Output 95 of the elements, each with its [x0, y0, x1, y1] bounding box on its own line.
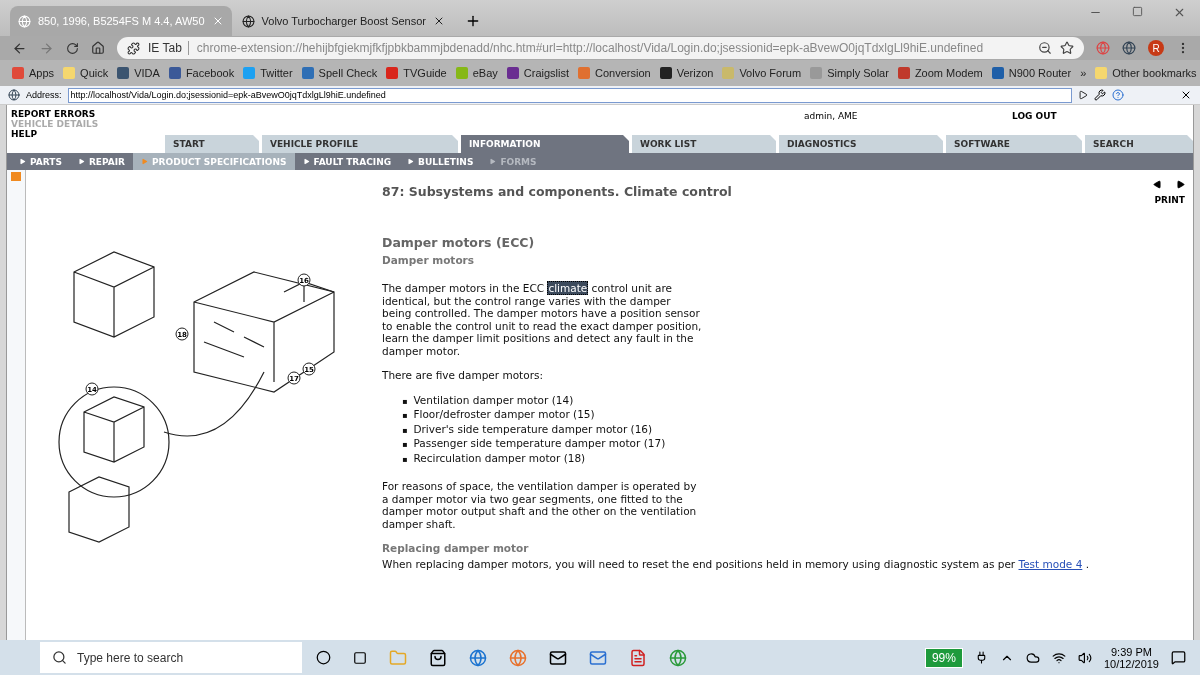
list-item: Floor/defroster damper motor (15)	[413, 408, 595, 421]
star-icon[interactable]	[1060, 41, 1074, 55]
address-bar[interactable]: IE Tab chrome-extension://hehijbfgiekmjfkfjpbkbammjbdenadd/nhc.htm#url=http://localhost/Vida/Login.do;jsessionid=epk-aBvewO0jqTdxlgLl9hiE.undefined	[117, 37, 1084, 59]
close-icon[interactable]	[433, 15, 445, 27]
paragraph: There are five damper motors:	[382, 369, 544, 382]
side-link[interactable]: HELP	[11, 129, 165, 139]
main-tab[interactable]: SEARCH	[1085, 135, 1193, 153]
reload-icon[interactable]	[66, 41, 79, 55]
go-icon[interactable]	[1078, 90, 1088, 100]
battery-level: 99%	[924, 647, 963, 668]
task-view-icon[interactable]	[353, 650, 367, 665]
sub-tab[interactable]: PARTS	[11, 153, 70, 170]
address-field[interactable]: http://localhost/Vida/Login.do;jsessionid=epk-aBvewO0jqTdxlgLl9hiE.undefined	[67, 87, 1072, 103]
bookmark[interactable]: Verizon	[659, 67, 714, 79]
main-tab[interactable]: INFORMATION	[461, 135, 629, 153]
maximize-icon[interactable]	[1132, 6, 1143, 17]
back-icon[interactable]	[12, 40, 27, 56]
bookmark[interactable]: Spell Check	[301, 67, 378, 79]
subheading: Damper motors	[382, 254, 476, 266]
bookmark[interactable]: Zoom Modem	[897, 67, 983, 79]
cortana-icon[interactable]	[316, 650, 331, 665]
bookmark[interactable]: Quick	[63, 67, 109, 79]
notifications-icon[interactable]	[1171, 650, 1186, 665]
address-label: Address:	[26, 90, 62, 100]
paragraph: For reasons of space, the ventilation damper is operated by a damper motor via two gear segments, one fitted to the damper motor output shaft and the other on the ventilation damper shaft.	[382, 480, 698, 530]
volume-icon[interactable]	[1077, 650, 1092, 665]
previous-icon[interactable]	[1153, 180, 1162, 189]
home-icon[interactable]	[91, 41, 105, 55]
list-item: Passenger side temperature damper motor (17)	[413, 437, 666, 450]
triangle-icon	[489, 158, 497, 165]
bookmark[interactable]: Simply Solar	[810, 67, 889, 79]
help-icon[interactable]	[1112, 89, 1124, 101]
test-mode-link[interactable]: Test mode 4	[1018, 558, 1083, 570]
bullet: ▪	[402, 424, 408, 437]
list-item: Recirculation damper motor (18)	[413, 451, 586, 464]
search-icon	[52, 650, 67, 665]
new-tab-icon[interactable]	[465, 13, 481, 29]
user-name: admin, AME	[804, 111, 858, 121]
main-tab[interactable]: DIAGNOSTICS	[779, 135, 943, 153]
bookmark[interactable]: Craigslist	[506, 67, 570, 79]
triangle-icon	[141, 158, 148, 165]
triangle-icon	[407, 158, 415, 165]
other-bookmarks[interactable]: Other bookmarks	[1095, 67, 1197, 79]
mail-icon[interactable]	[549, 648, 567, 667]
triangle-icon	[302, 158, 310, 165]
sub-tab[interactable]: BULLETINS	[399, 153, 482, 170]
globe-icon	[241, 14, 255, 28]
profile-avatar[interactable]: R	[1148, 40, 1164, 56]
bullet: ▪	[402, 410, 408, 422]
document-icon[interactable]	[629, 648, 647, 667]
paragraph: When replacing damper motors, you will need to reset the end positions held in memory using diagnostic system as per Test mode 4 .	[382, 558, 1090, 570]
bullet: ▪	[402, 395, 408, 408]
next-icon[interactable]	[1176, 180, 1185, 189]
clock-time: 9:39 PM	[1111, 645, 1152, 658]
bookmark[interactable]: VIDA	[117, 67, 160, 79]
main-tab[interactable]: START	[165, 135, 259, 153]
zoom-out-icon[interactable]	[1038, 41, 1052, 55]
bookmark[interactable]: Volvo Forum	[722, 67, 802, 79]
cloud-icon[interactable]	[1025, 650, 1040, 665]
globe-icon	[18, 14, 31, 28]
close-icon[interactable]	[1180, 89, 1192, 101]
bullet: ▪	[402, 453, 408, 466]
puzzle-icon[interactable]	[127, 41, 140, 55]
print-link[interactable]: PRINT	[1154, 195, 1185, 205]
bullet: ▪	[402, 439, 408, 451]
marker-icon	[11, 172, 21, 181]
sub-tab[interactable]: REPAIR	[69, 153, 133, 170]
bookmark[interactable]: Twitter	[243, 67, 293, 79]
sub-tab[interactable]: FAULT TRACING	[294, 153, 400, 170]
tools-icon[interactable]	[1094, 89, 1106, 101]
main-tab[interactable]: WORK LIST	[632, 135, 776, 153]
section-heading: Damper motors (ECC)	[382, 235, 536, 250]
subheading: Replacing damper motor	[382, 542, 530, 554]
list-item: Ventilation damper motor (14)	[413, 393, 574, 406]
side-link[interactable]: REPORT ERRORS	[11, 109, 165, 119]
bookmark[interactable]: TVGuide	[386, 67, 447, 79]
browser-tab[interactable]: Volvo Turbocharger Boost Sensor	[233, 6, 453, 36]
wifi-icon[interactable]	[1051, 650, 1066, 665]
triangle-icon	[77, 158, 85, 165]
bookmark[interactable]: eBay	[455, 67, 498, 79]
bookmark[interactable]: Conversion	[578, 67, 651, 79]
triangle-icon	[19, 158, 26, 165]
logout-link[interactable]: LOG OUT	[1012, 111, 1057, 121]
paragraph: The damper motors in the ECC climate control unit are identical, but the control range varies with the damper being controlled. The damper motors have a position sensor to enable the control unit to read the exact damper position, learn the damper limit positions and detect any fault in the damper motor.	[382, 282, 702, 357]
bookmark[interactable]: Apps	[12, 67, 55, 79]
store-icon[interactable]	[429, 648, 447, 667]
list-item: Driver's side temperature damper motor (16)	[413, 422, 653, 435]
bookmark[interactable]: N900 Router	[991, 67, 1072, 79]
clock-date: 10/12/2019	[1103, 657, 1159, 670]
main-tab[interactable]: VEHICLE PROFILE	[262, 135, 458, 153]
main-tab[interactable]: SOFTWARE	[946, 135, 1082, 153]
more-bookmarks[interactable]: »	[1080, 67, 1087, 79]
taskbar-search-field[interactable]: Type here to search	[40, 642, 302, 673]
bookmark[interactable]: Facebook	[168, 67, 235, 79]
document-title: 87: Subsystems and components. Climate control	[382, 184, 733, 199]
